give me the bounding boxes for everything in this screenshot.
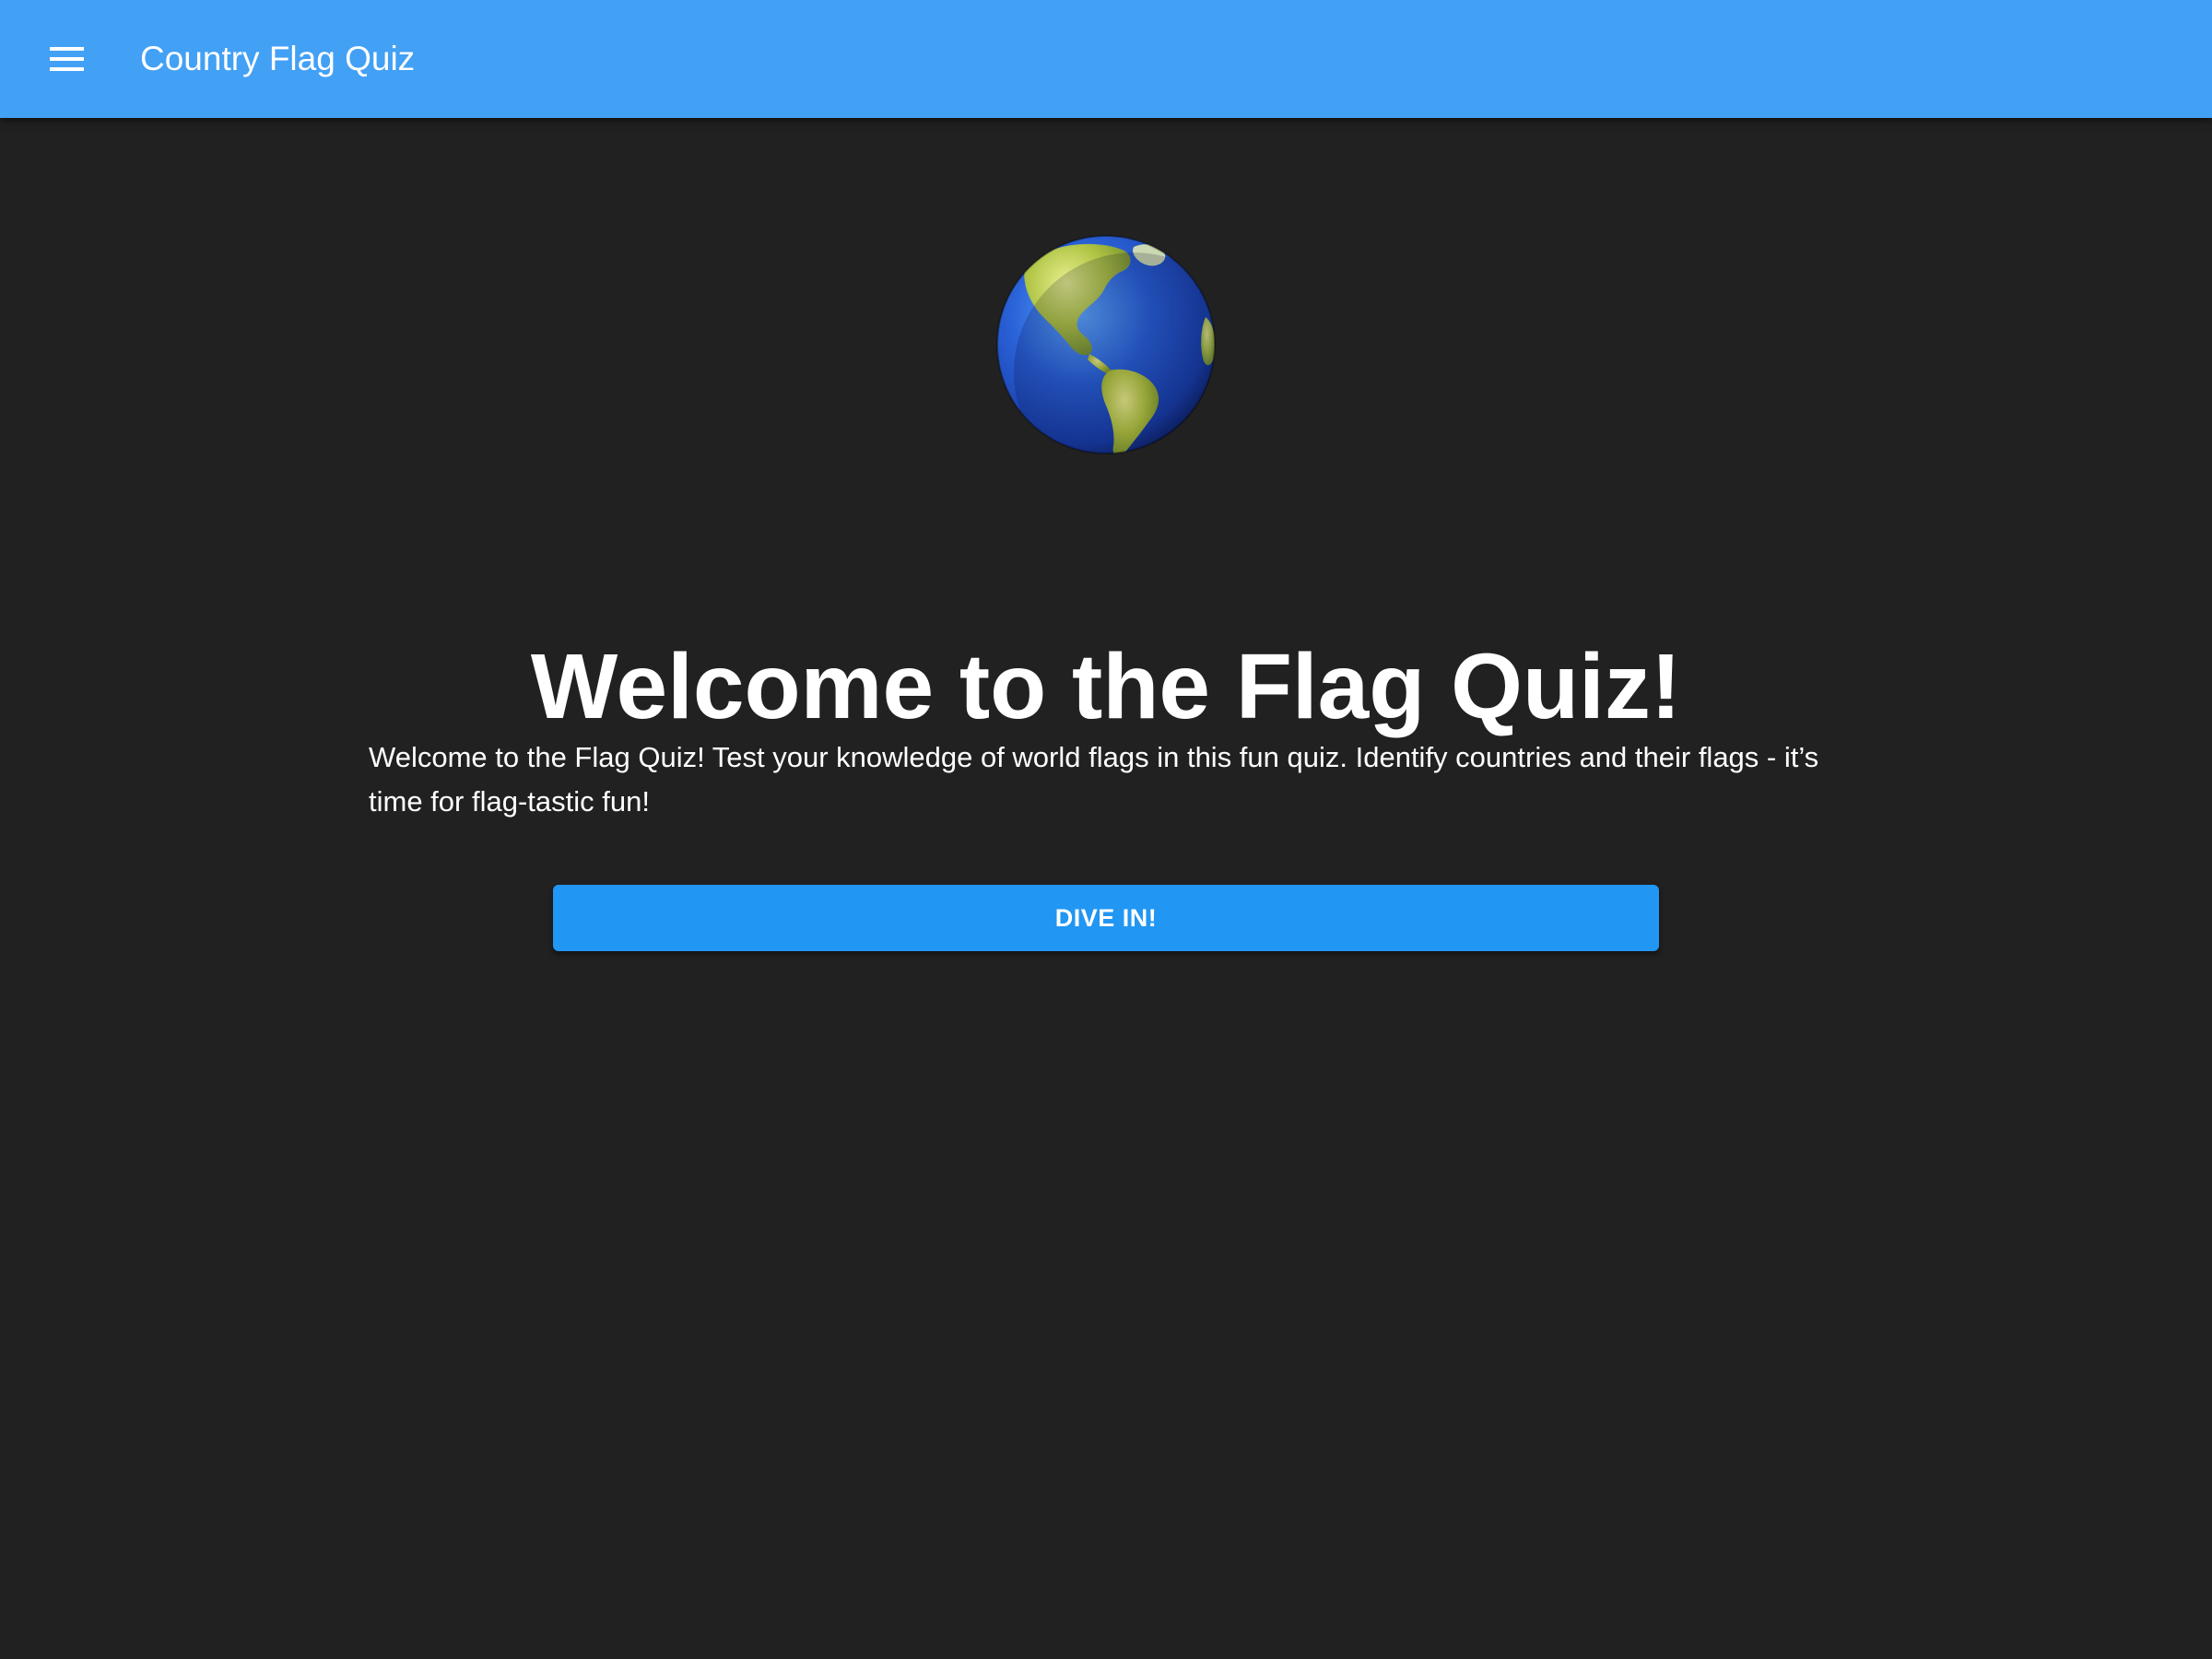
menu-line (49, 47, 84, 51)
app-title: Country Flag Quiz (140, 40, 416, 77)
app-bar: Country Flag Quiz (0, 0, 2212, 118)
intro-text: Welcome to the Flag Quiz! Test your know… (369, 741, 1819, 818)
globe-americas-icon (996, 235, 1216, 454)
hamburger-menu-icon[interactable] (41, 37, 92, 81)
main-content: Welcome to the Flag Quiz! Welcome to the… (0, 118, 2212, 1659)
dive-in-button[interactable]: DIVE IN! (553, 885, 1659, 951)
welcome-heading: Welcome to the Flag Quiz! (530, 635, 1682, 738)
menu-line (49, 67, 84, 71)
menu-line (49, 57, 84, 61)
